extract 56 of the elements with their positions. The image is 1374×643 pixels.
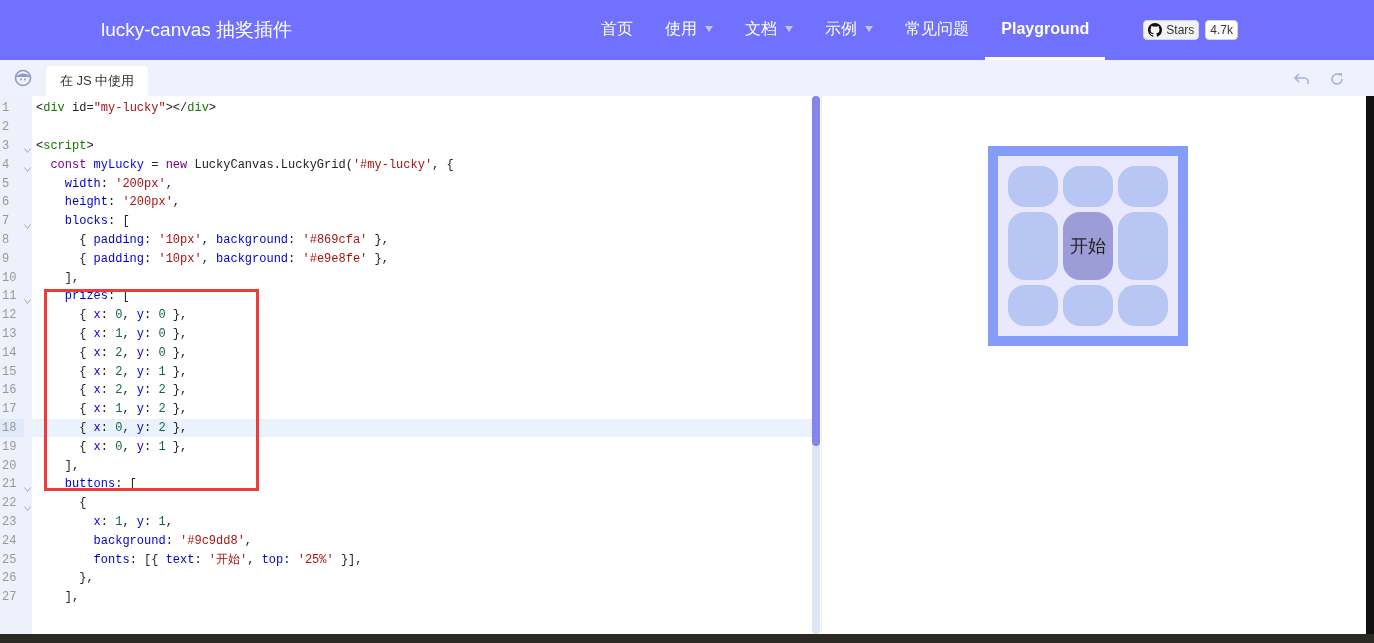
code-text: { x: 0, y: 0 }, bbox=[78, 307, 189, 325]
caret-icon bbox=[705, 25, 714, 32]
fold-chevron-icon[interactable] bbox=[24, 223, 31, 229]
nav-link[interactable]: 文档 bbox=[729, 0, 810, 60]
fold-chevron-icon[interactable] bbox=[24, 505, 31, 511]
star-count: 4.7k bbox=[1205, 20, 1238, 40]
code-text: fonts: [{ text: '开始', top: '25%' }], bbox=[92, 551, 364, 569]
prize-slot bbox=[1118, 285, 1168, 326]
fold-chevron-icon[interactable] bbox=[24, 167, 31, 173]
code-text: height: '200px', bbox=[63, 194, 182, 212]
code-text: { x: 1, y: 2 }, bbox=[78, 401, 189, 419]
editor-tab[interactable]: 在 JS 中使用 bbox=[46, 66, 149, 96]
code-text: const myLucky = new LuckyCanvas.LuckyGrid('#my-lucky', { bbox=[49, 156, 455, 174]
undo-icon[interactable] bbox=[1294, 72, 1310, 86]
face-icon[interactable] bbox=[14, 69, 32, 87]
start-button[interactable]: 开始 bbox=[1063, 212, 1113, 280]
code-text: { x: 2, y: 0 }, bbox=[78, 344, 189, 362]
github-icon bbox=[1148, 23, 1163, 37]
code-text: ], bbox=[63, 269, 81, 287]
nav-link[interactable]: 首页 bbox=[585, 0, 650, 60]
prize-slot bbox=[1118, 212, 1168, 280]
code-text: { x: 1, y: 0 }, bbox=[78, 325, 189, 343]
code-text: { x: 0, y: 2 }, bbox=[32, 418, 812, 438]
code-text: blocks: [ bbox=[63, 213, 131, 231]
prize-slot bbox=[1008, 166, 1058, 207]
code-text: { x: 2, y: 1 }, bbox=[78, 363, 189, 381]
code-text: }, bbox=[78, 570, 95, 588]
code-text: ], bbox=[63, 457, 81, 475]
code-text: { bbox=[78, 495, 88, 513]
code-text: { padding: '10px', background: '#e9e8fe' }, bbox=[78, 250, 390, 268]
code-text: { x: 0, y: 1 }, bbox=[78, 438, 189, 456]
code-text: ], bbox=[63, 589, 81, 607]
caret-icon bbox=[865, 25, 874, 32]
nav-link[interactable]: 使用 bbox=[649, 0, 730, 60]
prize-slot bbox=[1008, 285, 1058, 326]
code-text: <script> bbox=[35, 138, 95, 155]
prize-slot bbox=[1063, 166, 1113, 207]
code-text: <div id="my-lucky"></div> bbox=[35, 100, 218, 118]
github-stars-button[interactable]: Stars bbox=[1143, 20, 1200, 40]
fold-chevron-icon[interactable] bbox=[24, 148, 31, 154]
nav-link[interactable]: 常见问题 bbox=[889, 0, 986, 60]
nav-link[interactable]: 示例 bbox=[809, 0, 890, 60]
redo-icon[interactable] bbox=[1330, 72, 1344, 86]
prize-slot bbox=[1118, 166, 1168, 207]
fold-chevron-icon[interactable] bbox=[24, 298, 31, 304]
code-text: { padding: '10px', background: '#869cfa' }, bbox=[78, 231, 390, 249]
prize-slot bbox=[1008, 212, 1058, 280]
caret-icon bbox=[785, 25, 794, 32]
fold-chevron-icon[interactable] bbox=[24, 486, 31, 492]
code-text: { x: 2, y: 2 }, bbox=[78, 382, 189, 400]
scrollbar-thumb[interactable] bbox=[812, 96, 820, 446]
code-text: background: '#9c9dd8', bbox=[92, 532, 254, 550]
code-text: x: 1, y: 1, bbox=[92, 513, 174, 531]
code-text: width: '200px', bbox=[63, 175, 174, 193]
prize-slot bbox=[1063, 285, 1113, 326]
site-title: lucky-canvas 抽奖插件 bbox=[101, 17, 293, 42]
